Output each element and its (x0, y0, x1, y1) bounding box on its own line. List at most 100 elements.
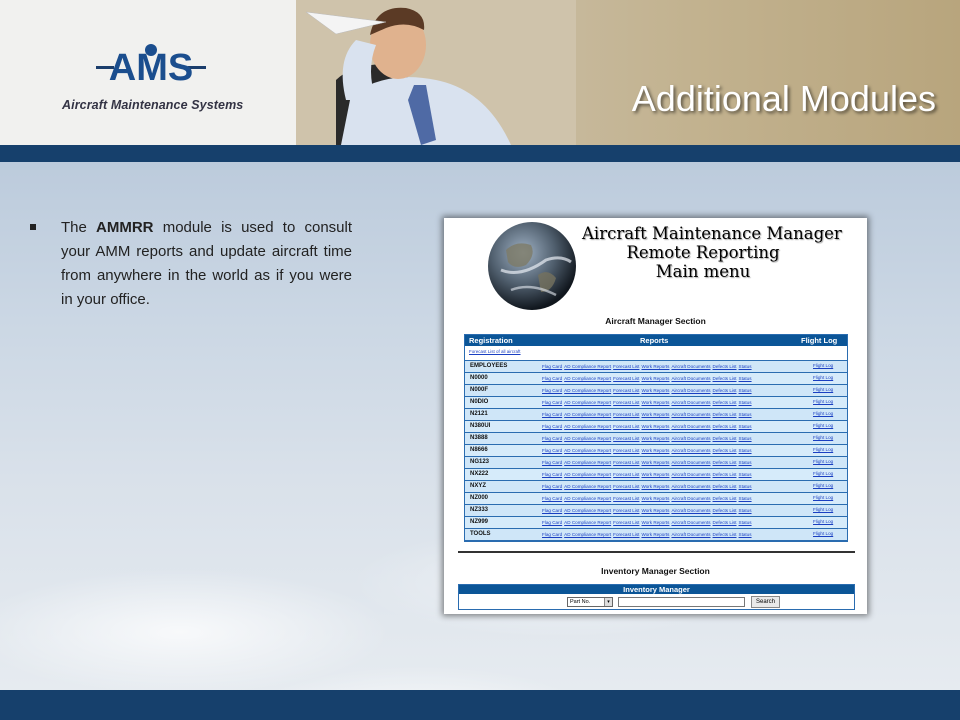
report-link[interactable]: Forecast List (613, 364, 639, 369)
report-link[interactable]: Forecast List (613, 532, 639, 537)
report-link[interactable]: AD Compliance Report (564, 424, 611, 429)
flight-log-link[interactable]: Flight Log (813, 423, 833, 428)
report-link[interactable]: Aircraft Documents (671, 520, 710, 525)
report-link[interactable]: Defects List (713, 496, 737, 501)
report-link[interactable]: Flag Card (542, 532, 562, 537)
report-link[interactable]: Forecast List (613, 400, 639, 405)
flight-log-link[interactable]: Flight Log (813, 519, 833, 524)
report-link[interactable]: Status (739, 412, 752, 417)
flight-log-link[interactable]: Flight Log (813, 507, 833, 512)
report-link[interactable]: AD Compliance Report (564, 364, 611, 369)
report-link[interactable]: Work Reports (641, 400, 669, 405)
flight-log-link[interactable]: Flight Log (813, 495, 833, 500)
flight-log-link[interactable]: Flight Log (813, 399, 833, 404)
report-link[interactable]: Status (739, 388, 752, 393)
report-link[interactable]: AD Compliance Report (564, 448, 611, 453)
report-link[interactable]: Aircraft Documents (671, 388, 710, 393)
report-link[interactable]: Aircraft Documents (671, 448, 710, 453)
report-link[interactable]: AD Compliance Report (564, 436, 611, 441)
report-link[interactable]: AD Compliance Report (564, 532, 611, 537)
report-link[interactable]: AD Compliance Report (564, 496, 611, 501)
report-link[interactable]: Aircraft Documents (671, 436, 710, 441)
report-link[interactable]: Status (739, 364, 752, 369)
report-link[interactable]: Forecast List (613, 508, 639, 513)
report-link[interactable]: Flag Card (542, 508, 562, 513)
report-link[interactable]: Flag Card (542, 472, 562, 477)
report-link[interactable]: Flag Card (542, 412, 562, 417)
report-link[interactable]: Aircraft Documents (671, 400, 710, 405)
report-link[interactable]: AD Compliance Report (564, 388, 611, 393)
report-link[interactable]: Status (739, 448, 752, 453)
report-link[interactable]: Status (739, 484, 752, 489)
report-link[interactable]: Work Reports (641, 508, 669, 513)
report-link[interactable]: Work Reports (641, 484, 669, 489)
report-link[interactable]: Flag Card (542, 496, 562, 501)
report-link[interactable]: Defects List (713, 436, 737, 441)
report-link[interactable]: Status (739, 520, 752, 525)
report-link[interactable]: Aircraft Documents (671, 412, 710, 417)
report-link[interactable]: Work Reports (641, 412, 669, 417)
report-link[interactable]: Status (739, 400, 752, 405)
report-link[interactable]: Work Reports (641, 496, 669, 501)
flight-log-link[interactable]: Flight Log (813, 387, 833, 392)
report-link[interactable]: Status (739, 472, 752, 477)
report-link[interactable]: Flag Card (542, 424, 562, 429)
report-link[interactable]: Defects List (713, 412, 737, 417)
report-link[interactable]: Status (739, 460, 752, 465)
report-link[interactable]: Aircraft Documents (671, 532, 710, 537)
report-link[interactable]: Aircraft Documents (671, 472, 710, 477)
report-link[interactable]: AD Compliance Report (564, 508, 611, 513)
report-link[interactable]: Work Reports (641, 532, 669, 537)
report-link[interactable]: Aircraft Documents (671, 508, 710, 513)
forecast-all-link[interactable]: Forecast List of all aircraft (469, 349, 521, 354)
report-link[interactable]: AD Compliance Report (564, 412, 611, 417)
report-link[interactable]: Defects List (713, 460, 737, 465)
report-link[interactable]: Aircraft Documents (671, 364, 710, 369)
report-link[interactable]: Defects List (713, 448, 737, 453)
report-link[interactable]: AD Compliance Report (564, 376, 611, 381)
report-link[interactable]: Flag Card (542, 448, 562, 453)
report-link[interactable]: Defects List (713, 532, 737, 537)
report-link[interactable]: Aircraft Documents (671, 496, 710, 501)
report-link[interactable]: Status (739, 376, 752, 381)
search-input[interactable] (618, 597, 745, 607)
report-link[interactable]: Work Reports (641, 388, 669, 393)
report-link[interactable]: Work Reports (641, 448, 669, 453)
report-link[interactable]: Flag Card (542, 460, 562, 465)
report-link[interactable]: Status (739, 424, 752, 429)
report-link[interactable]: Aircraft Documents (671, 424, 710, 429)
report-link[interactable]: Work Reports (641, 364, 669, 369)
report-link[interactable]: Forecast List (613, 496, 639, 501)
report-link[interactable]: Work Reports (641, 436, 669, 441)
report-link[interactable]: Forecast List (613, 376, 639, 381)
search-button[interactable]: Search (751, 596, 780, 608)
report-link[interactable]: Status (739, 532, 752, 537)
report-link[interactable]: Defects List (713, 400, 737, 405)
report-link[interactable]: Defects List (713, 364, 737, 369)
report-link[interactable]: Forecast List (613, 412, 639, 417)
flight-log-link[interactable]: Flight Log (813, 363, 833, 368)
report-link[interactable]: Flag Card (542, 436, 562, 441)
flight-log-link[interactable]: Flight Log (813, 435, 833, 440)
report-link[interactable]: Status (739, 436, 752, 441)
report-link[interactable]: Flag Card (542, 520, 562, 525)
report-link[interactable]: AD Compliance Report (564, 400, 611, 405)
report-link[interactable]: Defects List (713, 424, 737, 429)
report-link[interactable]: AD Compliance Report (564, 484, 611, 489)
report-link[interactable]: AD Compliance Report (564, 472, 611, 477)
report-link[interactable]: Flag Card (542, 376, 562, 381)
report-link[interactable]: Aircraft Documents (671, 484, 710, 489)
flight-log-link[interactable]: Flight Log (813, 483, 833, 488)
report-link[interactable]: Aircraft Documents (671, 376, 710, 381)
report-link[interactable]: Forecast List (613, 436, 639, 441)
flight-log-link[interactable]: Flight Log (813, 471, 833, 476)
report-link[interactable]: Defects List (713, 484, 737, 489)
report-link[interactable]: Work Reports (641, 520, 669, 525)
report-link[interactable]: Flag Card (542, 484, 562, 489)
flight-log-link[interactable]: Flight Log (813, 375, 833, 380)
report-link[interactable]: AD Compliance Report (564, 520, 611, 525)
report-link[interactable]: Work Reports (641, 472, 669, 477)
report-link[interactable]: AD Compliance Report (564, 460, 611, 465)
report-link[interactable]: Forecast List (613, 388, 639, 393)
report-link[interactable]: Status (739, 496, 752, 501)
